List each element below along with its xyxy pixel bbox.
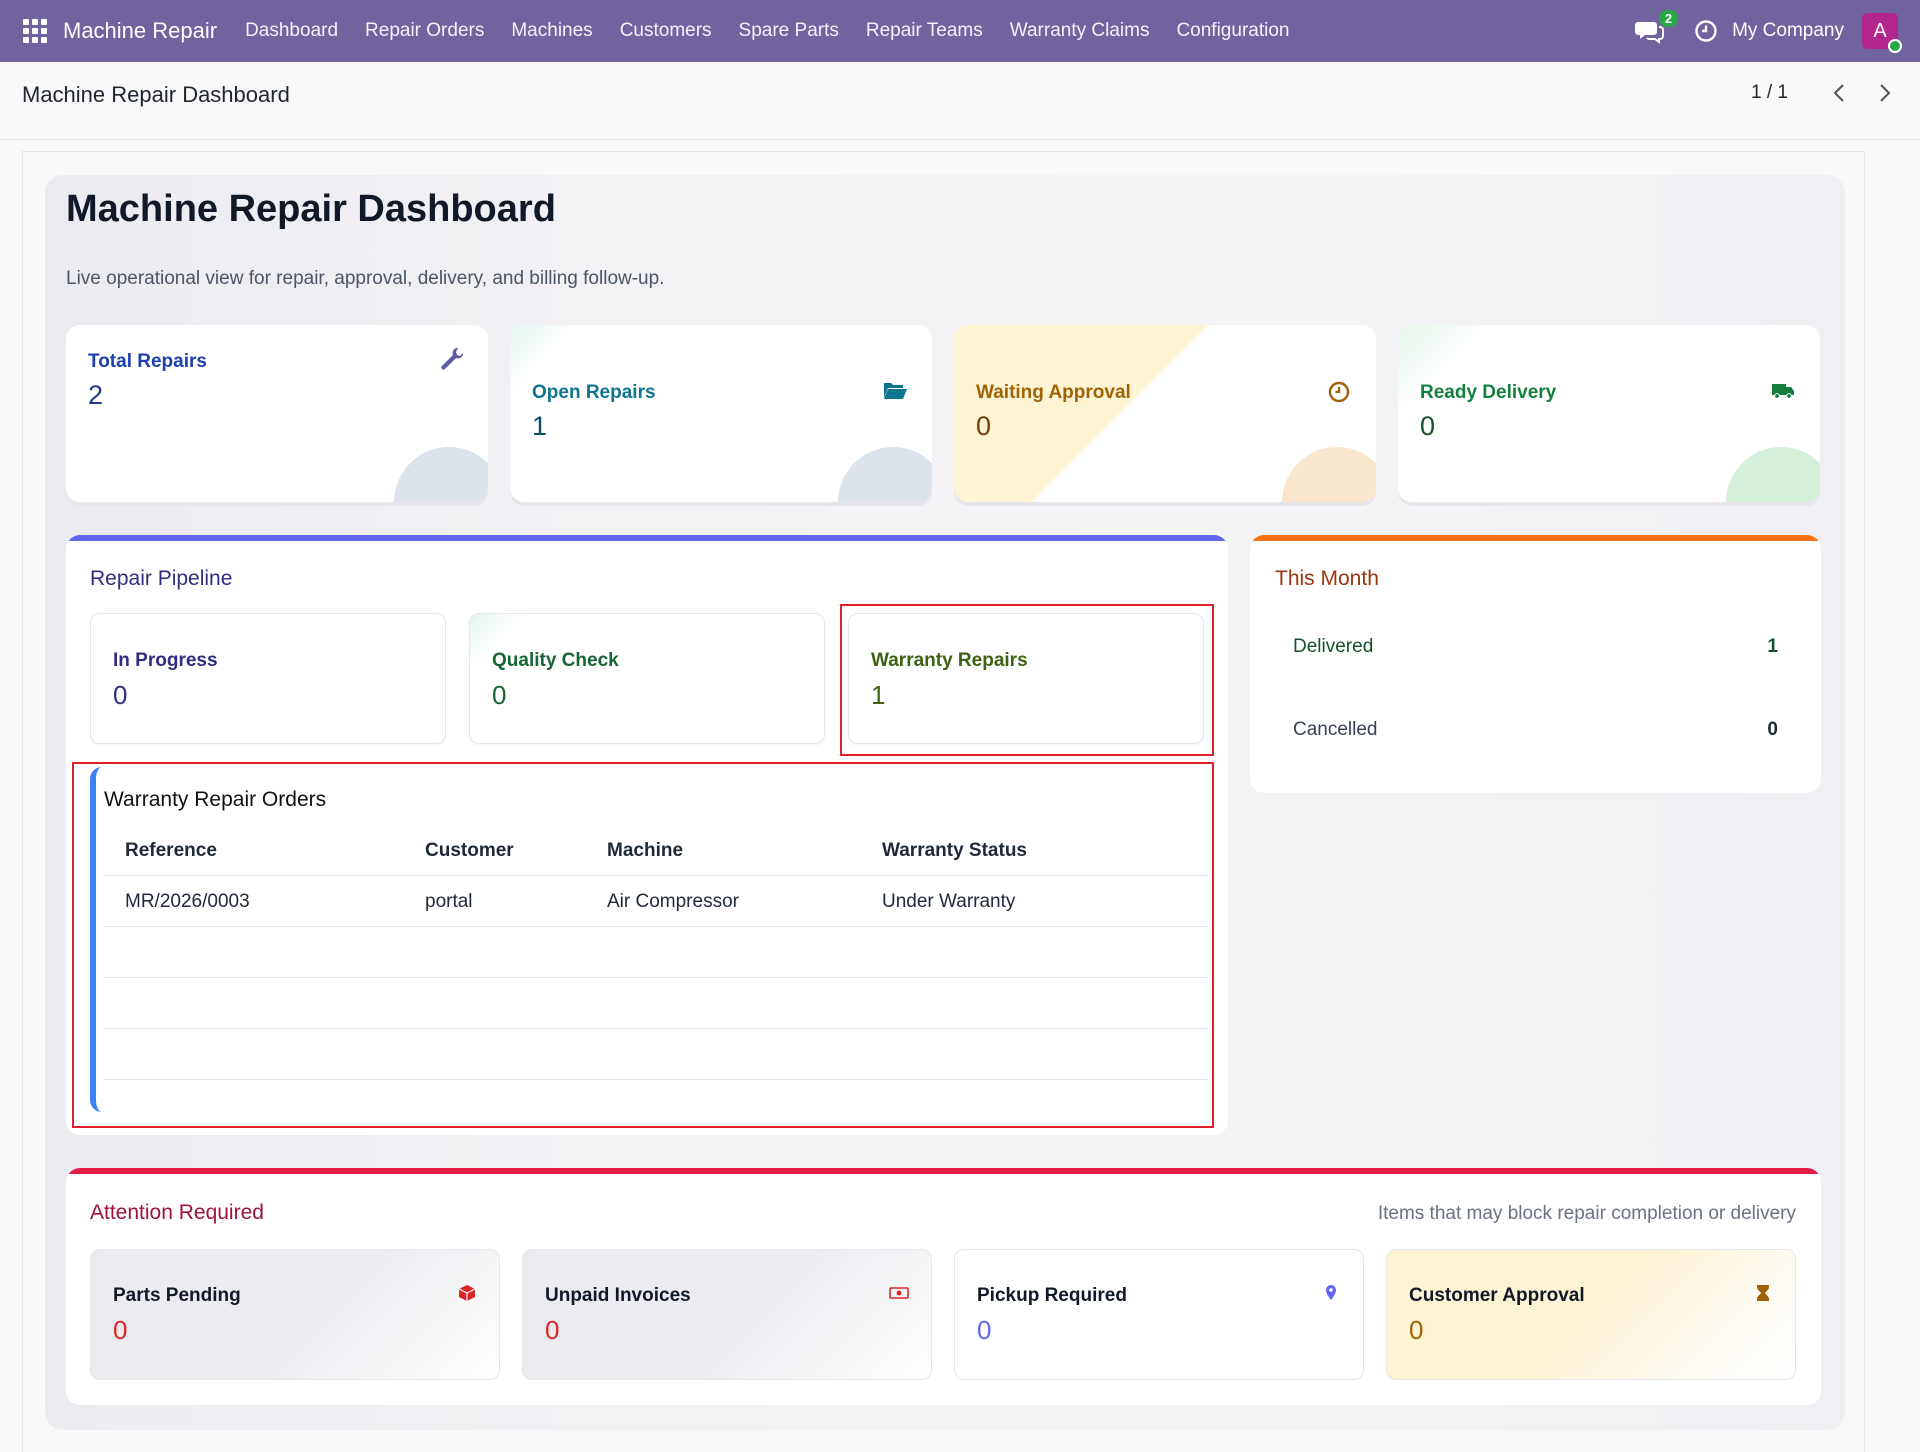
pipeline-quality-check[interactable]: Quality Check 0 [469,613,825,744]
attention-unpaid-invoices[interactable]: Unpaid Invoices 0 [522,1249,932,1380]
cube-icon [458,1285,476,1301]
clock-icon [1328,381,1350,403]
repair-pipeline-title: Repair Pipeline [90,567,233,590]
attention-card-value: 0 [545,1315,560,1345]
kpi-value: 0 [1420,411,1436,441]
kpi-value: 0 [976,411,992,441]
kpi-ready-delivery[interactable]: Ready Delivery 0 [1398,325,1820,502]
attention-pickup-required[interactable]: Pickup Required 0 [954,1249,1364,1380]
attention-card-value: 0 [1409,1315,1424,1345]
nav-dashboard[interactable]: Dashboard [245,20,338,42]
month-row-label: Cancelled [1293,719,1378,740]
attention-card-label: Pickup Required [977,1285,1127,1306]
kpi-value: 1 [532,411,548,441]
pipeline-card-label: Quality Check [492,650,619,671]
nav-customers[interactable]: Customers [620,20,712,42]
kpi-label: Open Repairs [532,382,656,403]
warranty-repairs-highlight [840,604,1214,756]
this-month-cancelled-row: Cancelled 0 [1293,719,1778,741]
control-panel: Machine Repair Dashboard 1 / 1 [0,62,1920,140]
activity-clock-icon[interactable] [1694,19,1718,43]
kpi-label: Waiting Approval [976,382,1131,403]
month-row-label: Delivered [1293,636,1374,657]
nav-repair-orders[interactable]: Repair Orders [365,20,484,42]
avatar-letter: A [1873,19,1887,42]
kpi-label: Ready Delivery [1420,382,1557,403]
this-month-delivered-row: Delivered 1 [1293,636,1778,658]
nav-repair-teams[interactable]: Repair Teams [866,20,983,42]
attention-customer-approval[interactable]: Customer Approval 0 [1386,1249,1796,1380]
kpi-total-repairs[interactable]: Total Repairs 2 [66,325,488,502]
money-icon [889,1287,909,1299]
attention-required-title: Attention Required [90,1201,264,1224]
pager-next-icon[interactable] [1862,82,1892,104]
kpi-waiting-approval[interactable]: Waiting Approval 0 [954,325,1376,502]
pipeline-card-label: In Progress [113,650,218,671]
wrench-icon [441,347,464,370]
attention-card-value: 0 [977,1315,992,1345]
kpi-label: Total Repairs [88,351,207,372]
dashboard-title: Machine Repair Dashboard [66,188,556,230]
pager: 1 / 1 [1751,82,1892,104]
folder-open-icon [884,383,907,399]
pipeline-card-value: 0 [492,680,507,710]
map-pin-icon [1326,1285,1336,1300]
month-row-value: 1 [1767,636,1778,657]
breadcrumb: Machine Repair Dashboard [22,82,290,107]
user-avatar[interactable]: A [1862,13,1902,53]
warranty-table-highlight [72,762,1214,1128]
kpi-open-repairs[interactable]: Open Repairs 1 [510,325,932,502]
nav-machines[interactable]: Machines [511,20,592,42]
pager-value[interactable]: 1 / 1 [1751,82,1788,104]
pager-previous-icon[interactable] [1832,82,1846,104]
this-month-title: This Month [1275,567,1379,590]
attention-card-label: Parts Pending [113,1285,241,1306]
online-status-dot [1888,39,1902,53]
kpi-value: 2 [88,380,104,410]
messages-icon[interactable]: 2 [1634,10,1679,46]
nav-configuration[interactable]: Configuration [1176,20,1289,42]
app-brand[interactable]: Machine Repair [63,18,217,44]
dashboard-subtitle: Live operational view for repair, approv… [66,268,665,289]
attention-card-value: 0 [113,1315,128,1345]
nav-warranty-claims[interactable]: Warranty Claims [1010,20,1150,42]
messages-count-badge: 2 [1658,10,1679,27]
attention-card-label: Unpaid Invoices [545,1285,691,1306]
attention-parts-pending[interactable]: Parts Pending 0 [90,1249,500,1380]
attention-card-label: Customer Approval [1409,1285,1585,1306]
month-row-value: 0 [1767,719,1778,740]
nav-spare-parts[interactable]: Spare Parts [739,20,839,42]
truck-icon [1772,384,1794,399]
pipeline-card-value: 0 [113,680,128,710]
pipeline-in-progress[interactable]: In Progress 0 [90,613,446,744]
top-navbar: Machine Repair Dashboard Repair Orders M… [0,0,1920,62]
hourglass-icon [1757,1285,1769,1301]
attention-required-note: Items that may block repair completion o… [1377,1203,1796,1224]
apps-grid-icon[interactable] [23,19,47,43]
company-switcher[interactable]: My Company [1732,20,1844,42]
